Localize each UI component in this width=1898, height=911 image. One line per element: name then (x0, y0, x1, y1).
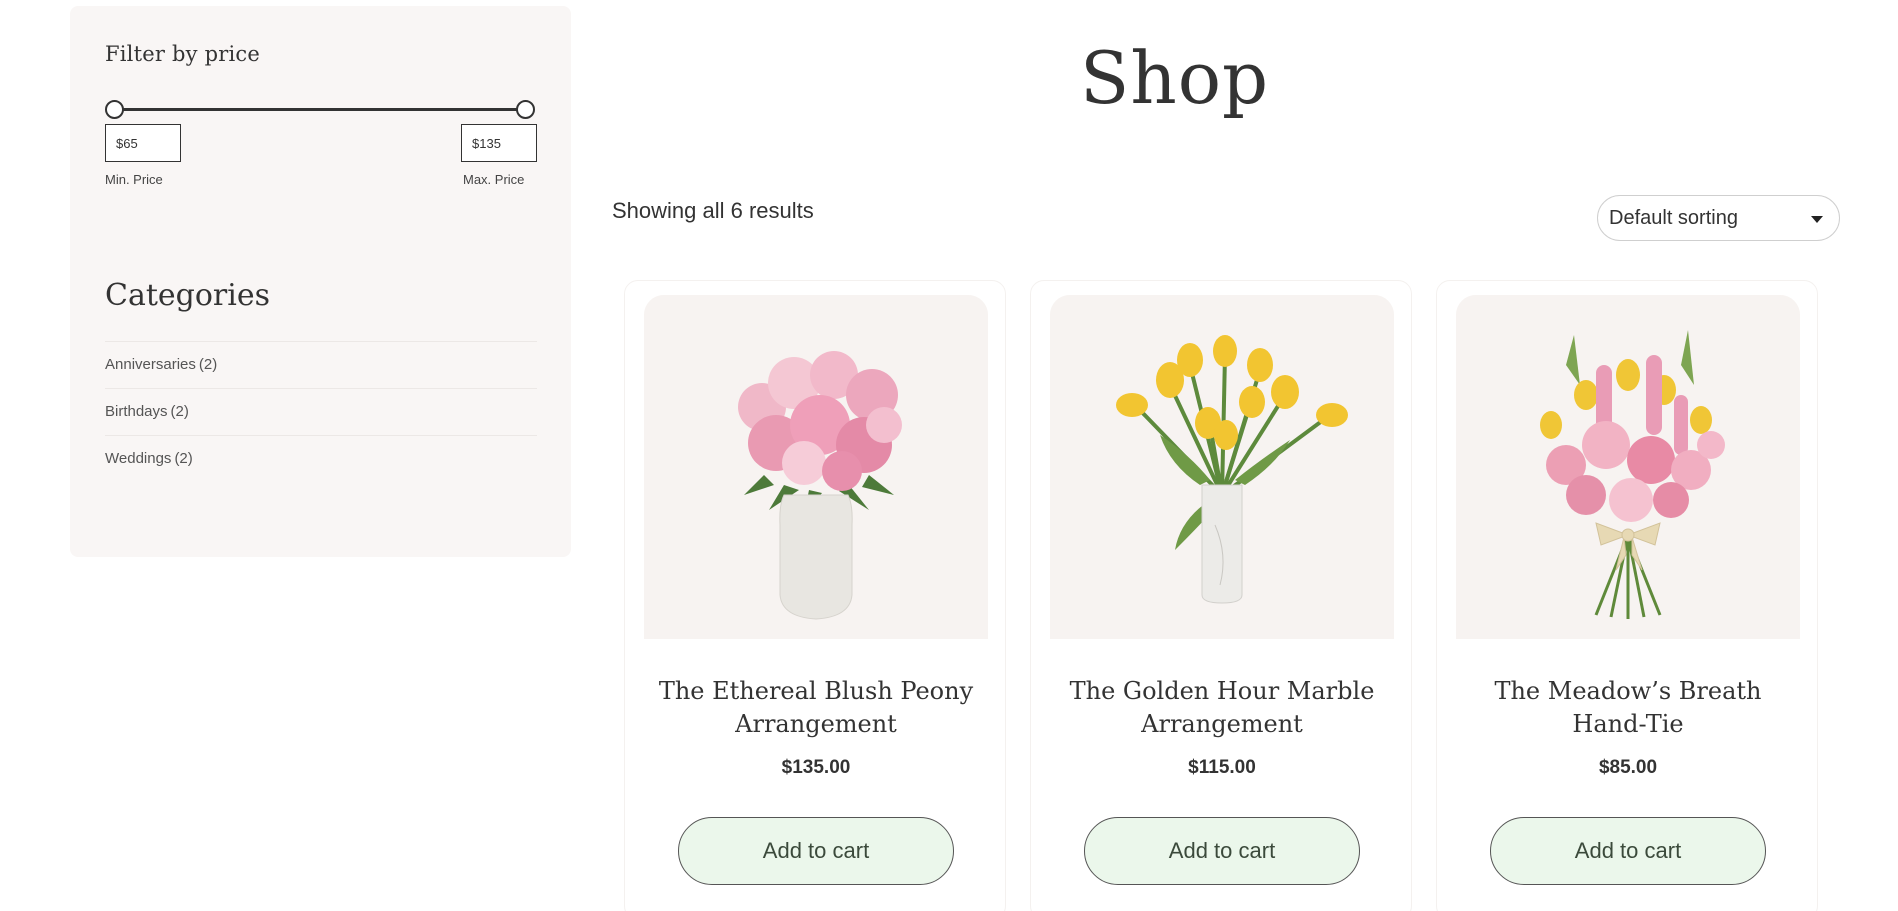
category-count: (2) (170, 403, 189, 420)
product-image-peony[interactable] (644, 295, 988, 639)
add-to-cart-button[interactable]: Add to cart (1084, 817, 1360, 885)
add-to-cart-button[interactable]: Add to cart (678, 817, 954, 885)
category-item-birthdays: Birthdays (2) (105, 388, 537, 435)
product-card: The Meadow’s Breath Hand-Tie $85.00 Add … (1436, 280, 1818, 911)
peony-bouquet-image (644, 295, 988, 639)
max-price-label: Max. Price (463, 172, 525, 187)
price-slider-min-handle[interactable] (105, 100, 124, 119)
sorting-selected-value: Default sorting (1609, 207, 1738, 229)
category-link[interactable]: Birthdays (105, 403, 168, 420)
result-count: Showing all 6 results (612, 198, 814, 223)
tulip-bouquet-image (1050, 295, 1394, 639)
add-to-cart-button[interactable]: Add to cart (1490, 817, 1766, 885)
category-item-weddings: Weddings (2) (105, 435, 537, 482)
category-list: Anniversaries (2) Birthdays (2) Weddings (2… (105, 341, 537, 482)
chevron-down-icon (1811, 216, 1823, 223)
price-slider[interactable] (105, 99, 535, 119)
category-link[interactable]: Weddings (105, 450, 171, 467)
category-count: (2) (198, 356, 218, 373)
product-price: $85.00 (1598, 757, 1658, 778)
product-price: $135.00 (781, 757, 851, 778)
sorting-select[interactable]: Default sorting (1597, 195, 1840, 241)
product-title[interactable]: The Meadow’s Breath Hand-Tie (1437, 675, 1819, 741)
category-count: (2) (174, 450, 193, 467)
product-title[interactable]: The Ethereal Blush Peony Arrangement (625, 675, 1007, 741)
product-image-tulips[interactable] (1050, 295, 1394, 639)
filter-by-price-title: Filter by price (105, 42, 260, 66)
category-item-anniversaries: Anniversaries (2) (105, 341, 537, 388)
price-slider-max-handle[interactable] (516, 100, 535, 119)
product-card: The Golden Hour Marble Arrangement $115.… (1030, 280, 1412, 911)
product-image-hand-tie[interactable] (1456, 295, 1800, 639)
shop-page: Filter by price Min. Price Max. Price Ca… (0, 0, 1898, 911)
category-link[interactable]: Anniversaries (105, 356, 196, 373)
product-title[interactable]: The Golden Hour Marble Arrangement (1031, 675, 1413, 741)
price-inputs: Min. Price Max. Price (105, 124, 537, 188)
sidebar: Filter by price Min. Price Max. Price Ca… (70, 6, 571, 557)
hand-tie-bouquet-image (1456, 295, 1800, 639)
categories-title: Categories (105, 278, 270, 313)
product-card: The Ethereal Blush Peony Arrangement $13… (624, 280, 1006, 911)
min-price-input[interactable] (105, 124, 181, 162)
page-title: Shop (1080, 36, 1270, 120)
price-slider-track (113, 108, 527, 111)
product-price: $115.00 (1188, 757, 1256, 778)
min-price-label: Min. Price (105, 172, 163, 187)
max-price-input[interactable] (461, 124, 537, 162)
